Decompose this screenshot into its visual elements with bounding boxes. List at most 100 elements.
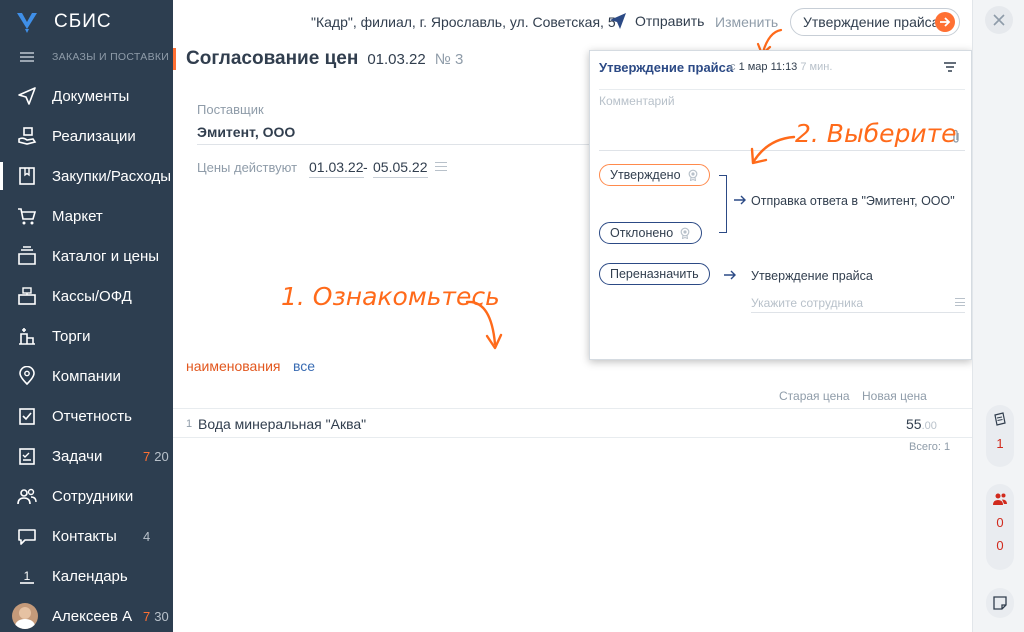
comment-input[interactable]: Комментарий	[599, 94, 675, 108]
avatar	[12, 603, 38, 629]
hint-arrow-icon	[465, 300, 503, 350]
menu-icon[interactable]	[20, 52, 34, 62]
decision-bracket	[719, 175, 727, 233]
column-header-old-price: Старая цена	[779, 389, 850, 403]
sidebar-item-label: Контакты	[52, 527, 117, 545]
counter-hot: 7	[143, 448, 151, 464]
note-icon	[993, 596, 1007, 610]
counter-total: 30	[154, 608, 169, 624]
sidebar-item-label: Задачи	[52, 447, 103, 465]
date-separator: -	[363, 159, 368, 175]
people-icon	[993, 493, 1007, 505]
sidebar-item-user[interactable]: Алексеев А 7 30	[0, 596, 173, 632]
price-integer: 55	[906, 416, 922, 432]
approve-stage-label: Утверждение прайса	[803, 14, 940, 30]
sidebar-item-purchases[interactable]: Закупки/Расходы	[0, 156, 173, 196]
reassign-button[interactable]: Переназначить	[599, 263, 710, 285]
people-icon	[16, 485, 38, 507]
table-row[interactable]: 1 Вода минеральная "Аква" 55.00	[173, 408, 972, 438]
tab-names[interactable]: наименования	[186, 358, 280, 374]
catalog-icon	[16, 245, 38, 267]
task-list-icon	[16, 445, 38, 467]
document-number[interactable]: № 3	[435, 51, 464, 68]
rail-card-participants[interactable]: 0 0	[986, 484, 1014, 570]
sidebar-item-label: Закупки/Расходы	[52, 167, 172, 185]
section-row[interactable]: ЗАКАЗЫ И ПОСТАВКИ	[0, 46, 173, 68]
close-icon	[993, 14, 1005, 26]
hand-box-icon	[16, 125, 38, 147]
approve-stage-button[interactable]: Утверждение прайса	[790, 8, 960, 36]
sidebar-item-employees[interactable]: Сотрудники	[0, 476, 173, 516]
sidebar-item-market[interactable]: Маркет	[0, 196, 173, 236]
period-menu-icon[interactable]	[435, 162, 447, 171]
calendar-day-icon: 1	[16, 565, 38, 587]
sidebar-item-calendar[interactable]: 1 Календарь	[0, 556, 173, 596]
company-link[interactable]: "Кадр", филиал, г. Ярославль, ул. Советс…	[311, 14, 616, 30]
rail-counter: 0	[996, 538, 1004, 553]
sidebar-item-tenders[interactable]: Торги	[0, 316, 173, 356]
employee-menu-icon[interactable]	[955, 298, 965, 306]
supplier-field[interactable]: Эмитент, ООО	[197, 124, 295, 140]
logo[interactable]: СБИС	[14, 9, 112, 35]
arrow-right-icon	[734, 195, 746, 205]
date-from-field[interactable]: 01.03.22	[309, 159, 364, 178]
popup-title: Утверждение прайса	[599, 60, 734, 75]
divider	[197, 144, 597, 145]
sidebar-item-label: Торги	[52, 327, 91, 345]
new-price[interactable]: 55.00	[906, 416, 937, 432]
right-rail: 1 0 0	[972, 0, 1024, 632]
sbis-logo-icon	[17, 13, 37, 33]
rail-card-notes[interactable]	[986, 588, 1014, 618]
approved-label: Утверждено	[610, 168, 681, 182]
send-label: Отправить	[635, 13, 705, 29]
row-number: 1	[186, 418, 193, 430]
hint-step-2: 2. Выберите	[795, 119, 957, 148]
document-toolbar: "Кадр", филиал, г. Ярославль, ул. Советс…	[173, 0, 972, 44]
cash-register-icon	[16, 285, 38, 307]
arrow-right-icon	[724, 270, 736, 280]
seal-icon	[680, 227, 690, 239]
sidebar-item-label: Отчетность	[52, 407, 132, 425]
sidebar-item-counter: 7 20	[143, 449, 169, 464]
location-pin-icon	[16, 365, 38, 387]
user-name: Алексеев А	[52, 607, 133, 625]
close-button[interactable]	[985, 6, 1013, 34]
approved-button[interactable]: Утверждено	[599, 164, 710, 186]
sidebar-item-reports[interactable]: Отчетность	[0, 396, 173, 436]
divider	[599, 89, 965, 90]
podium-icon	[16, 325, 38, 347]
sidebar-item-label: Компании	[52, 367, 121, 385]
filter-icon[interactable]	[943, 61, 957, 73]
sidebar-item-contacts[interactable]: Контакты 4	[0, 516, 173, 556]
calendar-day: 1	[24, 569, 31, 583]
sidebar-item-documents[interactable]: Документы	[0, 76, 173, 116]
rail-card-attachments[interactable]: 1	[986, 405, 1014, 467]
send-button[interactable]: Отправить	[609, 12, 704, 30]
tab-all[interactable]: все	[293, 358, 315, 374]
reassign-target: Утверждение прайса	[751, 269, 873, 283]
employee-input[interactable]: Укажите сотрудника	[751, 296, 863, 310]
section-label: ЗАКАЗЫ И ПОСТАВКИ	[52, 51, 170, 63]
sidebar-item-counter: 4	[143, 528, 151, 544]
rejected-label: Отклонено	[610, 226, 674, 240]
sidebar-item-catalog[interactable]: Каталог и цены	[0, 236, 173, 276]
sidebar-item-companies[interactable]: Компании	[0, 356, 173, 396]
sidebar-item-tasks[interactable]: Задачи 7 20	[0, 436, 173, 476]
document-date[interactable]: 01.03.22	[367, 51, 425, 68]
document-stack-icon	[994, 412, 1006, 426]
paper-plane-icon	[610, 13, 626, 29]
seal-icon	[688, 169, 697, 181]
sidebar-item-cash[interactable]: Кассы/ОФД	[0, 276, 173, 316]
date-to-field[interactable]: 05.05.22	[373, 159, 428, 178]
hint-arrow-icon	[750, 135, 796, 165]
sidebar-item-label: Календарь	[52, 567, 128, 585]
column-header-new-price: Новая цена	[862, 389, 927, 403]
supplier-label: Поставщик	[197, 102, 264, 117]
rejected-button[interactable]: Отклонено	[599, 222, 703, 244]
sidebar: СБИС ЗАКАЗЫ И ПОСТАВКИ Документы Реализа…	[0, 0, 173, 632]
sidebar-item-sales[interactable]: Реализации	[0, 116, 173, 156]
sidebar-item-label: Реализации	[52, 127, 136, 145]
price-cents: .00	[921, 420, 937, 432]
sidebar-item-label: Сотрудники	[52, 487, 134, 505]
counter-hot: 7	[143, 608, 151, 624]
